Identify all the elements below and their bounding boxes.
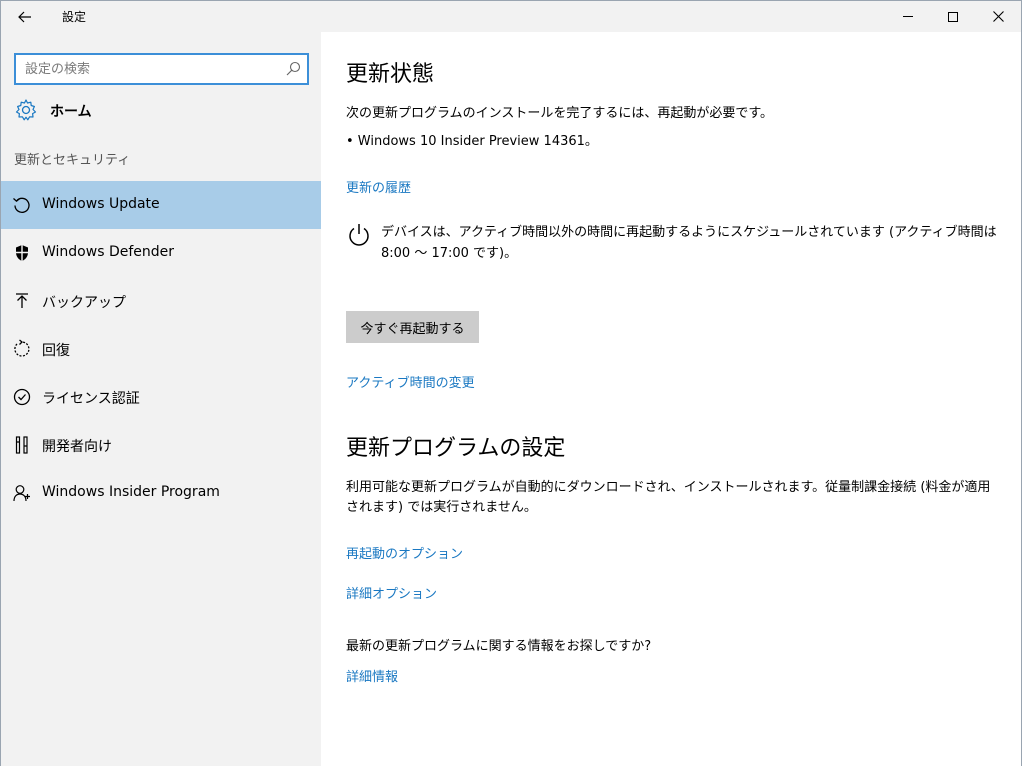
sidebar-item-windows-defender[interactable]: Windows Defender [1,229,321,277]
search-icon[interactable] [285,61,301,77]
sidebar-item-home[interactable]: ホーム [1,94,321,126]
sidebar-item-developers[interactable]: 開発者向け [1,421,321,469]
restart-options-link[interactable]: 再起動のオプション [346,543,463,562]
person-icon [13,485,30,502]
sidebar-item-label: 回復 [42,343,70,359]
backup-arrow-icon [16,293,28,308]
window-title: 設定 [62,10,87,24]
back-button[interactable] [1,1,49,32]
sidebar-item-windows-insider[interactable]: Windows Insider Program [1,469,321,517]
update-settings-heading: 更新プログラムの設定 [346,436,566,461]
restart-now-button[interactable]: 今すぐ再起動する [346,311,479,343]
minimize-icon [903,16,913,17]
section-label: 更新とセキュリティ [14,153,131,168]
close-button[interactable] [975,1,1021,32]
update-settings-description: 利用可能な更新プログラムが自動的にダウンロードされ、インストールされます。従量制… [346,480,991,515]
schedule-text: デバイスは、アクティブ時間以外の時間に再起動するようにスケジュールされています … [381,225,997,261]
developer-tools-icon [15,436,28,454]
pending-update-item: • Windows 10 Insider Preview 14361。 [346,134,598,149]
sidebar-item-label: ホーム [50,104,92,120]
search-input[interactable] [16,55,276,83]
back-arrow-icon [18,11,31,22]
learn-more-link[interactable]: 詳細情報 [346,666,398,685]
close-icon [992,11,1004,22]
sidebar-item-windows-update[interactable]: Windows Update [1,181,321,229]
sidebar-item-label: Windows Defender [42,244,175,260]
maximize-button[interactable] [930,1,976,32]
maximize-icon [948,11,958,22]
change-active-hours-link[interactable]: アクティブ時間の変更 [346,372,475,391]
power-icon [349,224,369,246]
update-history-link[interactable]: 更新の履歴 [346,177,411,196]
sidebar-item-label: ライセンス認証 [42,391,140,407]
restart-schedule-notice: デバイスは、アクティブ時間以外の時間に再起動するようにスケジュールされています … [346,222,997,266]
sidebar-item-label: Windows Insider Program [42,484,220,500]
sidebar-item-activation[interactable]: ライセンス認証 [1,373,321,421]
settings-window: 設定 ホーム 更新とセキュリティ [0,0,1022,766]
minimize-button[interactable] [885,1,931,32]
refresh-icon [13,197,30,213]
sidebar-item-recovery[interactable]: 回復 [1,325,321,373]
main-content: 更新状態 次の更新プログラムのインストールを完了するには、再起動が必要です。 •… [321,32,1021,766]
gear-icon [15,99,37,121]
search-box[interactable] [14,53,309,85]
recovery-icon [14,339,30,357]
sidebar-item-label: 開発者向け [42,439,112,455]
sidebar-item-label: Windows Update [42,196,160,212]
update-status-heading: 更新状態 [346,62,435,87]
advanced-options-link[interactable]: 詳細オプション [346,583,437,602]
sidebar-item-backup[interactable]: バックアップ [1,277,321,325]
restart-required-message: 次の更新プログラムのインストールを完了するには、再起動が必要です。 [346,106,774,121]
sidebar: ホーム 更新とセキュリティ Windows Update Windows Def… [1,32,321,766]
sidebar-item-label: バックアップ [42,295,126,311]
shield-icon [16,245,28,261]
check-circle-icon [13,388,31,406]
title-bar: 設定 [1,1,1021,32]
more-info-question: 最新の更新プログラムに関する情報をお探しですか? [346,639,652,654]
